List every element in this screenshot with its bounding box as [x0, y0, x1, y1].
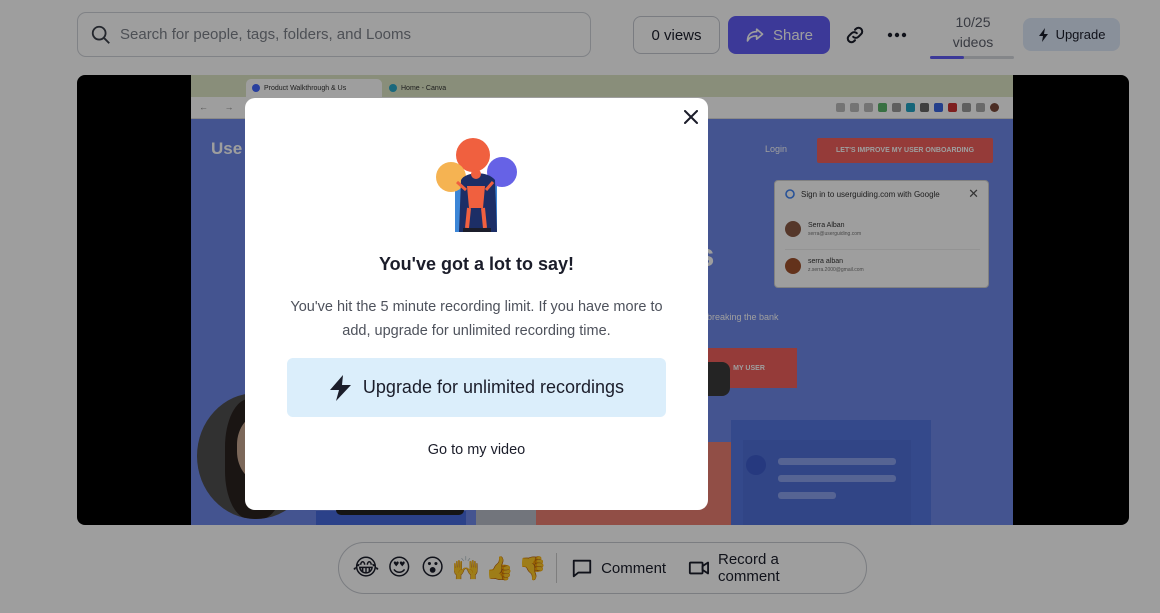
modal-title: You've got a lot to say!: [379, 254, 574, 274]
lightning-icon: [329, 374, 351, 401]
go-to-video-link[interactable]: Go to my video: [245, 442, 708, 458]
upgrade-unlimited-label: Upgrade for unlimited recordings: [362, 377, 625, 397]
modal-body: You've hit the 5 minute recording limit.…: [290, 299, 663, 339]
recording-limit-modal: You've got a lot to say! You've hit the …: [245, 98, 708, 510]
upgrade-unlimited-button[interactable]: Upgrade for unlimited recordings: [287, 358, 666, 417]
speaker-illustration: [436, 138, 517, 232]
close-icon: [684, 110, 698, 124]
modal-close-button[interactable]: [679, 105, 703, 129]
